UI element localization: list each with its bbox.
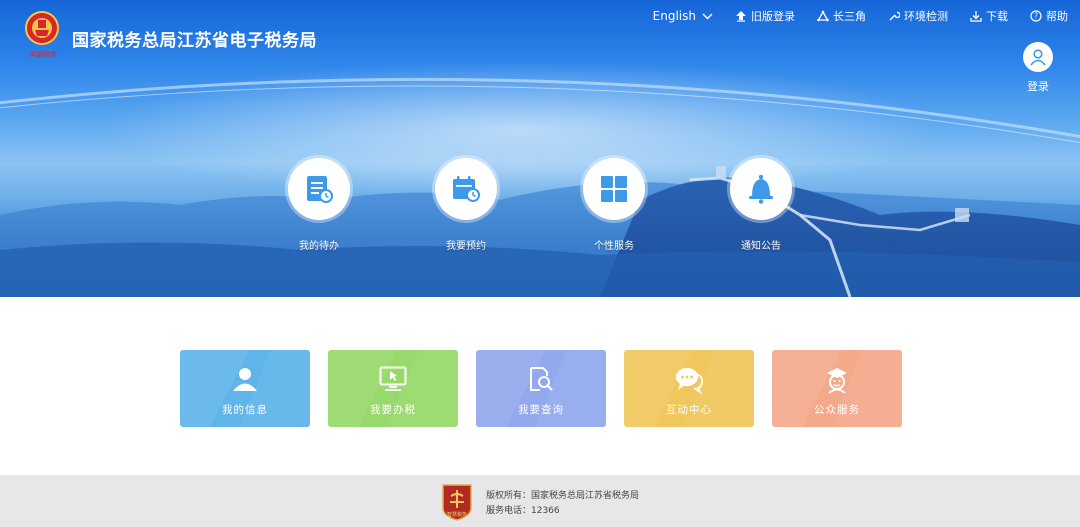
calendar-clock-icon <box>453 176 480 202</box>
document-search-icon <box>530 367 553 391</box>
yangtze-delta-link[interactable]: 长三角 <box>817 8 866 24</box>
environment-check-link[interactable]: 环境检测 <box>888 8 948 24</box>
card-interaction-center[interactable]: 互动中心 <box>624 350 754 427</box>
card-query[interactable]: 我要查询 <box>476 350 606 427</box>
chat-bubbles-icon <box>676 368 704 394</box>
monitor-cursor-icon <box>379 366 407 391</box>
download-link[interactable]: 下载 <box>970 8 1008 24</box>
seal-text: 中国税务 <box>28 51 56 59</box>
old-version-login-link[interactable]: 旧版登录 <box>735 8 795 24</box>
service-person-icon <box>827 368 847 394</box>
login-button[interactable]: 登录 <box>1018 42 1058 94</box>
help-circle-icon: ? <box>1030 10 1042 22</box>
card-label: 公众服务 <box>814 404 860 416</box>
grid-icon <box>601 176 627 202</box>
card-public-service[interactable]: 公众服务 <box>772 350 902 427</box>
svg-text:?: ? <box>1034 12 1038 21</box>
quick-link-label: 我的待办 <box>299 241 339 252</box>
card-label: 我要查询 <box>518 404 564 416</box>
todo-list-icon <box>307 176 333 203</box>
user-icon <box>233 368 257 391</box>
login-label: 登录 <box>1027 80 1049 93</box>
card-my-info[interactable]: 我的信息 <box>180 350 310 427</box>
footer-info: 版权所有：国家税务总局江苏省税务局 服务电话：12366 <box>486 489 639 519</box>
card-label: 互动中心 <box>666 404 712 416</box>
help-label: 帮助 <box>1046 10 1068 23</box>
quick-link-notices[interactable]: 通知公告 <box>711 155 811 252</box>
wrench-icon <box>889 11 900 21</box>
service-cards: 我的信息 我要办税 我要查询 互动中心 公众服务 <box>180 350 902 427</box>
language-label: English <box>652 9 696 23</box>
old-version-label: 旧版登录 <box>751 10 795 23</box>
user-avatar-icon <box>1023 42 1053 72</box>
quick-link-label: 我要预约 <box>446 241 486 252</box>
language-switch[interactable]: English <box>653 9 713 23</box>
quick-link-personal-service[interactable]: 个性服务 <box>564 155 664 252</box>
yangtze-delta-label: 长三角 <box>833 10 866 23</box>
quick-link-appointment[interactable]: 我要预约 <box>416 155 516 252</box>
copyright-text: 版权所有：国家税务总局江苏省税务局 <box>486 491 640 501</box>
smart-tax-logo-icon: 智慧税务 <box>440 482 474 526</box>
brand[interactable]: 中国税务 国家税务总局江苏省电子税务局 <box>22 10 317 62</box>
download-icon <box>970 11 982 22</box>
triangle-nodes-icon <box>817 10 829 22</box>
download-label: 下载 <box>986 10 1008 23</box>
footer-logo-text: 智慧税务 <box>446 512 467 518</box>
quick-link-todo[interactable]: 我的待办 <box>269 155 369 252</box>
quick-link-label: 通知公告 <box>741 241 781 252</box>
environment-check-label: 环境检测 <box>904 10 948 23</box>
upload-arrow-icon <box>736 11 746 22</box>
card-label: 我的信息 <box>222 404 268 416</box>
bell-icon <box>749 175 773 204</box>
site-title: 国家税务总局江苏省电子税务局 <box>72 31 317 51</box>
tax-emblem-icon: 中国税务 <box>22 10 62 62</box>
footer: 智慧税务 版权所有：国家税务总局江苏省税务局 服务电话：12366 <box>0 475 1080 527</box>
chevron-down-icon <box>702 12 713 20</box>
quick-link-label: 个性服务 <box>594 241 634 252</box>
service-phone: 服务电话：12366 <box>486 506 560 516</box>
hero-banner: 中国税务 国家税务总局江苏省电子税务局 English 旧版登录 长三角 环境检… <box>0 0 1080 297</box>
top-navigation: English 旧版登录 长三角 环境检测 下载 ? 帮助 <box>631 8 1068 24</box>
card-label: 我要办税 <box>370 404 416 416</box>
help-link[interactable]: ? 帮助 <box>1030 8 1068 24</box>
card-tax-handling[interactable]: 我要办税 <box>328 350 458 427</box>
